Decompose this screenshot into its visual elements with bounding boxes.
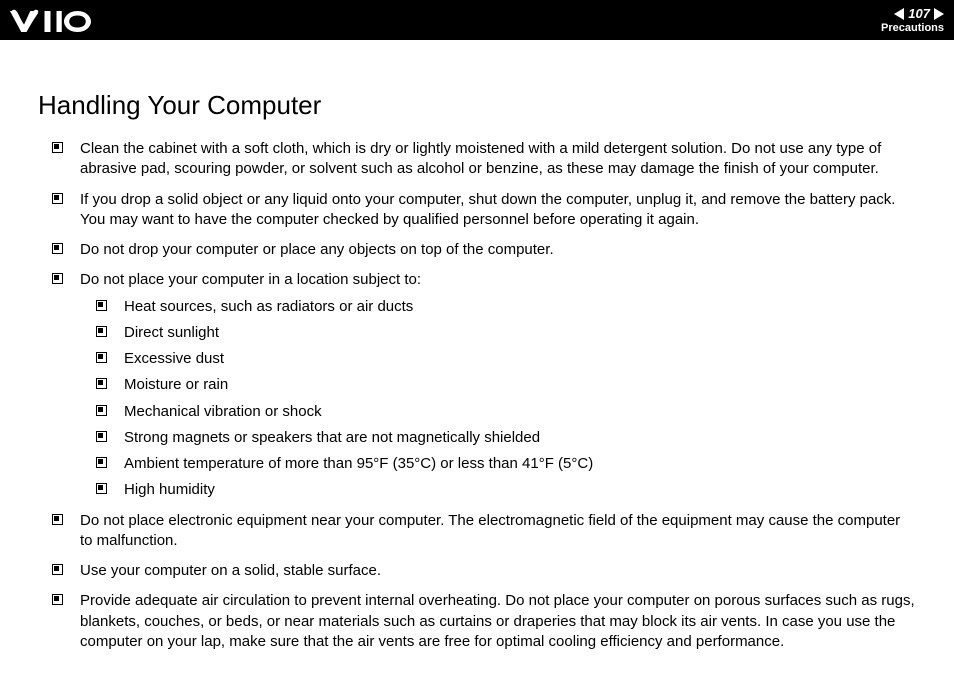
list-item: Heat sources, such as radiators or air d… bbox=[96, 297, 916, 317]
bullet-icon bbox=[52, 193, 63, 204]
bullet-icon bbox=[52, 142, 63, 153]
bullet-icon bbox=[96, 405, 107, 416]
list-item: High humidity bbox=[96, 480, 916, 500]
bullet-icon bbox=[52, 594, 63, 605]
list-item: Ambient temperature of more than 95°F (3… bbox=[96, 454, 916, 474]
precaution-list: Clean the cabinet with a soft cloth, whi… bbox=[38, 139, 916, 652]
list-item: Do not drop your computer or place any o… bbox=[52, 240, 916, 260]
list-item-text: Strong magnets or speakers that are not … bbox=[124, 429, 540, 446]
bullet-icon bbox=[52, 564, 63, 575]
list-item-text: Do not drop your computer or place any o… bbox=[80, 241, 554, 258]
bullet-icon bbox=[96, 457, 107, 468]
list-item-text: Do not place your computer in a location… bbox=[80, 271, 421, 288]
list-item: Moisture or rain bbox=[96, 375, 916, 395]
list-item: Use your computer on a solid, stable sur… bbox=[52, 561, 916, 581]
next-page-arrow-icon[interactable] bbox=[934, 8, 944, 20]
vaio-logo bbox=[10, 8, 130, 32]
list-item-text: Do not place electronic equipment near y… bbox=[80, 512, 900, 549]
bullet-icon bbox=[96, 483, 107, 494]
page-title: Handling Your Computer bbox=[38, 90, 916, 121]
list-item: Direct sunlight bbox=[96, 323, 916, 343]
list-item: Clean the cabinet with a soft cloth, whi… bbox=[52, 139, 916, 180]
prev-page-arrow-icon[interactable] bbox=[894, 8, 904, 20]
bullet-icon bbox=[96, 300, 107, 311]
list-item-text: Heat sources, such as radiators or air d… bbox=[124, 298, 413, 315]
page-number: 107 bbox=[908, 6, 930, 21]
bullet-icon bbox=[96, 431, 107, 442]
list-item: Strong magnets or speakers that are not … bbox=[96, 428, 916, 448]
list-item-text: If you drop a solid object or any liquid… bbox=[80, 191, 895, 228]
sub-list: Heat sources, such as radiators or air d… bbox=[80, 297, 916, 501]
bullet-icon bbox=[52, 243, 63, 254]
list-item-text: Direct sunlight bbox=[124, 324, 219, 341]
list-item: Provide adequate air circulation to prev… bbox=[52, 591, 916, 652]
bullet-icon bbox=[96, 352, 107, 363]
list-item-text: Provide adequate air circulation to prev… bbox=[80, 592, 915, 650]
list-item: Do not place your computer in a location… bbox=[52, 270, 916, 500]
list-item: Excessive dust bbox=[96, 349, 916, 369]
list-item: If you drop a solid object or any liquid… bbox=[52, 190, 916, 231]
list-item-text: Mechanical vibration or shock bbox=[124, 403, 322, 420]
list-item-text: Ambient temperature of more than 95°F (3… bbox=[124, 455, 593, 472]
list-item-text: Clean the cabinet with a soft cloth, whi… bbox=[80, 140, 881, 177]
bullet-icon bbox=[96, 326, 107, 337]
list-item-text: Excessive dust bbox=[124, 350, 224, 367]
page-content: Handling Your Computer Clean the cabinet… bbox=[0, 40, 954, 682]
list-item-text: High humidity bbox=[124, 481, 215, 498]
bullet-icon bbox=[52, 273, 63, 284]
list-item-text: Moisture or rain bbox=[124, 376, 228, 393]
list-item-text: Use your computer on a solid, stable sur… bbox=[80, 562, 381, 579]
list-item: Mechanical vibration or shock bbox=[96, 402, 916, 422]
bullet-icon bbox=[96, 378, 107, 389]
bullet-icon bbox=[52, 514, 63, 525]
document-header: 107 Precautions bbox=[0, 0, 954, 40]
list-item: Do not place electronic equipment near y… bbox=[52, 511, 916, 552]
page-nav: 107 bbox=[894, 6, 944, 21]
section-label: Precautions bbox=[881, 22, 944, 34]
header-right: 107 Precautions bbox=[881, 6, 944, 34]
